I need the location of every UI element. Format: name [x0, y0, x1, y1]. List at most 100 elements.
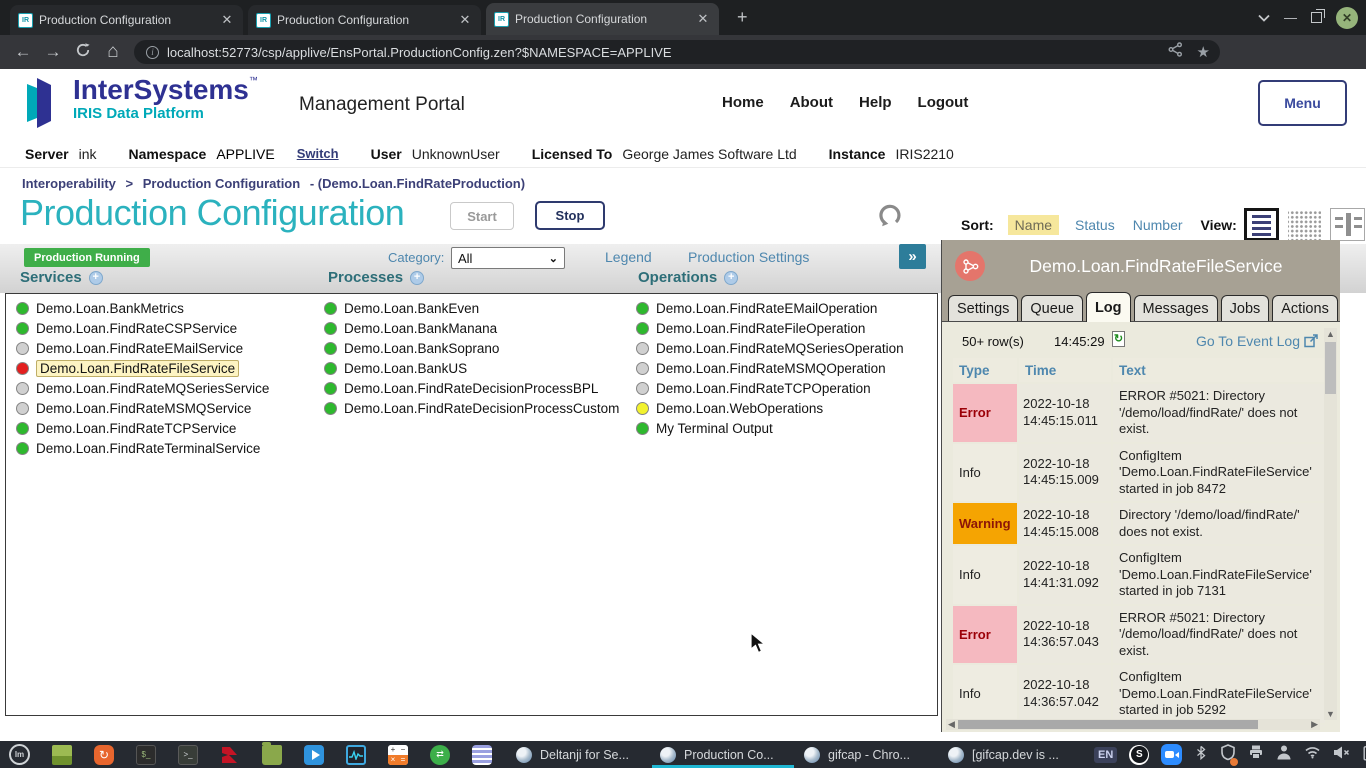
config-item[interactable]: Demo.Loan.FindRateMSMQService — [16, 398, 269, 418]
share-icon[interactable] — [1168, 42, 1183, 62]
config-item[interactable]: Demo.Loan.WebOperations — [636, 398, 904, 418]
config-item[interactable]: Demo.Loan.BankManana — [324, 318, 619, 338]
nav-home-link[interactable]: Home — [722, 94, 764, 111]
config-item[interactable]: Demo.Loan.FindRateEMailOperation — [636, 298, 904, 318]
update-manager-icon[interactable] — [94, 745, 114, 765]
category-select[interactable]: All ⌄ — [451, 247, 565, 269]
production-settings-link[interactable]: Production Settings — [688, 249, 809, 265]
log-horizontal-scrollbar[interactable]: ◀ ▶ — [946, 719, 1320, 730]
sync-icon[interactable] — [430, 745, 450, 765]
nav-about-link[interactable]: About — [790, 94, 833, 111]
add-process-button[interactable]: + — [410, 271, 424, 285]
notes-icon[interactable] — [472, 745, 492, 765]
site-info-icon[interactable]: i — [146, 46, 159, 59]
config-item[interactable]: Demo.Loan.BankEven — [324, 298, 619, 318]
close-icon[interactable]: ✕ — [1336, 7, 1358, 29]
security-shield-icon[interactable] — [1220, 744, 1236, 766]
user-accounts-icon[interactable] — [1276, 744, 1292, 765]
grid-view-icon[interactable] — [1288, 211, 1321, 241]
home-icon[interactable]: ⌂ — [98, 41, 128, 63]
file-manager-icon[interactable] — [262, 745, 282, 765]
scroll-thumb[interactable] — [1325, 342, 1336, 394]
tab-close-icon[interactable]: ✕ — [457, 12, 473, 28]
wifi-icon[interactable] — [1304, 745, 1321, 764]
config-item[interactable]: Demo.Loan.FindRateFileOperation — [636, 318, 904, 338]
address-bar[interactable]: i localhost:52773/csp/applive/EnsPortal.… — [134, 40, 1220, 64]
printer-icon[interactable] — [1248, 744, 1264, 765]
system-monitor-icon[interactable] — [346, 745, 366, 765]
add-operation-button[interactable]: + — [724, 271, 738, 285]
col-type[interactable]: Type — [953, 358, 1017, 382]
config-item[interactable]: Demo.Loan.FindRateEMailService — [16, 338, 269, 358]
breadcrumb-page[interactable]: Production Configuration — [143, 176, 300, 191]
maximize-icon[interactable] — [1311, 12, 1322, 23]
col-time[interactable]: Time — [1019, 358, 1111, 382]
add-service-button[interactable]: + — [89, 271, 103, 285]
skype-tray-icon[interactable]: S — [1129, 745, 1149, 765]
config-item[interactable]: Demo.Loan.FindRateTCPOperation — [636, 378, 904, 398]
sort-by-status[interactable]: Status — [1075, 217, 1115, 233]
config-item[interactable]: Demo.Loan.FindRateMQSeriesOperation — [636, 338, 904, 358]
tab-queue[interactable]: Queue — [1021, 295, 1083, 322]
scroll-thumb[interactable] — [958, 720, 1258, 729]
tab-messages[interactable]: Messages — [1134, 295, 1218, 322]
bookmark-star-icon[interactable]: ★ — [1197, 43, 1210, 61]
tab-close-icon[interactable]: ✕ — [219, 12, 235, 28]
config-item[interactable]: Demo.Loan.FindRateDecisionProcessBPL — [324, 378, 619, 398]
split-view-icon[interactable] — [1330, 208, 1365, 241]
tab-settings[interactable]: Settings — [948, 295, 1018, 322]
back-icon[interactable]: ← — [8, 42, 38, 62]
zoom-tray-icon[interactable] — [1161, 744, 1182, 765]
config-item[interactable]: My Terminal Output — [636, 418, 904, 438]
refresh-spinner-icon[interactable] — [877, 202, 904, 234]
bluetooth-icon[interactable] — [1194, 744, 1208, 766]
tab-jobs[interactable]: Jobs — [1221, 295, 1270, 322]
minimize-icon[interactable]: — — [1284, 10, 1297, 25]
tab-search-chevron-icon[interactable] — [1258, 14, 1270, 22]
vscode-icon[interactable] — [304, 745, 324, 765]
log-refresh-icon[interactable]: ↻ — [1112, 331, 1125, 347]
start-button[interactable]: Start — [450, 202, 514, 230]
deltanji-icon[interactable] — [220, 745, 240, 765]
log-vertical-scrollbar[interactable]: ▲ ▼ — [1324, 328, 1337, 720]
config-item[interactable]: Demo.Loan.BankMetrics — [16, 298, 269, 318]
go-to-event-log-link[interactable]: Go To Event Log — [1196, 333, 1300, 349]
tab-actions[interactable]: Actions — [1272, 295, 1338, 322]
nav-help-link[interactable]: Help — [859, 94, 892, 111]
switch-namespace-link[interactable]: Switch — [297, 146, 339, 161]
config-item-selected[interactable]: Demo.Loan.FindRateFileService — [16, 358, 269, 378]
config-item[interactable]: Demo.Loan.BankUS — [324, 358, 619, 378]
scroll-up-icon[interactable]: ▲ — [1324, 329, 1337, 339]
tab-log[interactable]: Log — [1086, 292, 1131, 322]
config-item[interactable]: Demo.Loan.FindRateCSPService — [16, 318, 269, 338]
calculator-icon[interactable]: +−×= — [388, 745, 408, 765]
keyboard-layout-indicator[interactable]: EN — [1094, 747, 1117, 763]
browser-tab-2[interactable]: IR Production Configuration ✕ — [248, 5, 481, 35]
config-item[interactable]: Demo.Loan.BankSoprano — [324, 338, 619, 358]
terminal-icon[interactable] — [136, 745, 156, 765]
menu-button[interactable]: Menu — [1258, 80, 1347, 126]
terminal-alt-icon[interactable] — [178, 745, 198, 765]
mint-menu-icon[interactable] — [9, 744, 30, 765]
config-item[interactable]: Demo.Loan.FindRateMSMQOperation — [636, 358, 904, 378]
list-view-icon[interactable] — [1244, 208, 1279, 241]
tab-close-icon[interactable]: ✕ — [695, 11, 711, 27]
scroll-right-icon[interactable]: ▶ — [1311, 719, 1318, 730]
scroll-left-icon[interactable]: ◀ — [948, 719, 955, 730]
show-desktop-icon[interactable] — [52, 745, 72, 765]
taskbar-window-gifcap-dev[interactable]: [gifcap.dev is ... — [940, 741, 1082, 768]
config-item[interactable]: Demo.Loan.FindRateTCPService — [16, 418, 269, 438]
breadcrumb-interoperability[interactable]: Interoperability — [22, 176, 116, 191]
legend-link[interactable]: Legend — [605, 249, 652, 265]
volume-muted-icon[interactable] — [1333, 745, 1350, 765]
taskbar-window-deltanji[interactable]: Deltanji for Se... — [508, 741, 650, 768]
forward-icon[interactable]: → — [38, 42, 68, 62]
battery-icon[interactable] — [1362, 744, 1366, 766]
config-item[interactable]: Demo.Loan.FindRateTerminalService — [16, 438, 269, 458]
scroll-down-icon[interactable]: ▼ — [1324, 709, 1337, 719]
sort-by-number[interactable]: Number — [1133, 217, 1183, 233]
taskbar-window-production-active[interactable]: Production Co... — [652, 741, 794, 768]
stop-button[interactable]: Stop — [535, 201, 605, 230]
nav-logout-link[interactable]: Logout — [918, 94, 969, 111]
config-item[interactable]: Demo.Loan.FindRateMQSeriesService — [16, 378, 269, 398]
